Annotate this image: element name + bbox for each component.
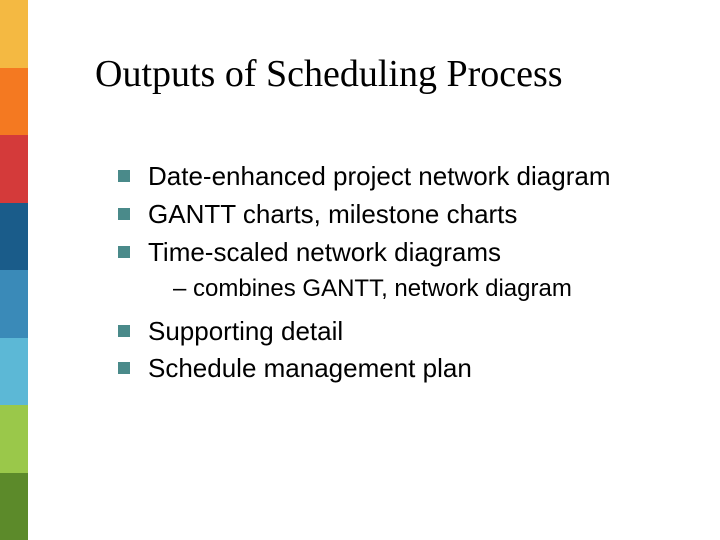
bullet-text: Schedule management plan [148, 352, 472, 386]
bullet-text: Time-scaled network diagrams [148, 236, 501, 270]
slide-title: Outputs of Scheduling Process [95, 52, 563, 96]
bullet-text: Date-enhanced project network diagram [148, 160, 610, 194]
square-bullet-icon [118, 170, 130, 182]
sidebar-stripe [0, 405, 28, 473]
sidebar-stripe [0, 203, 28, 271]
sidebar-stripe [0, 270, 28, 338]
bullet-item: Schedule management plan [118, 352, 688, 386]
slide-content: Date-enhanced project network diagram GA… [118, 160, 688, 390]
bullet-text: GANTT charts, milestone charts [148, 198, 517, 232]
sidebar-stripe [0, 473, 28, 540]
sidebar-stripe [0, 0, 28, 68]
sidebar-stripe [0, 338, 28, 406]
sub-bullet-text: – combines GANTT, network diagram [173, 275, 572, 302]
bullet-item: Date-enhanced project network diagram [118, 160, 688, 194]
square-bullet-icon [118, 246, 130, 258]
bullet-item: GANTT charts, milestone charts [118, 198, 688, 232]
bullet-text: Supporting detail [148, 315, 343, 349]
bullet-item: Time-scaled network diagrams [118, 236, 688, 270]
decorative-sidebar [0, 0, 28, 540]
square-bullet-icon [118, 325, 130, 337]
sub-bullet-item: – combines GANTT, network diagram [173, 273, 688, 304]
square-bullet-icon [118, 362, 130, 374]
sidebar-stripe [0, 135, 28, 203]
bullet-item: Supporting detail [118, 315, 688, 349]
square-bullet-icon [118, 208, 130, 220]
sidebar-stripe [0, 68, 28, 136]
